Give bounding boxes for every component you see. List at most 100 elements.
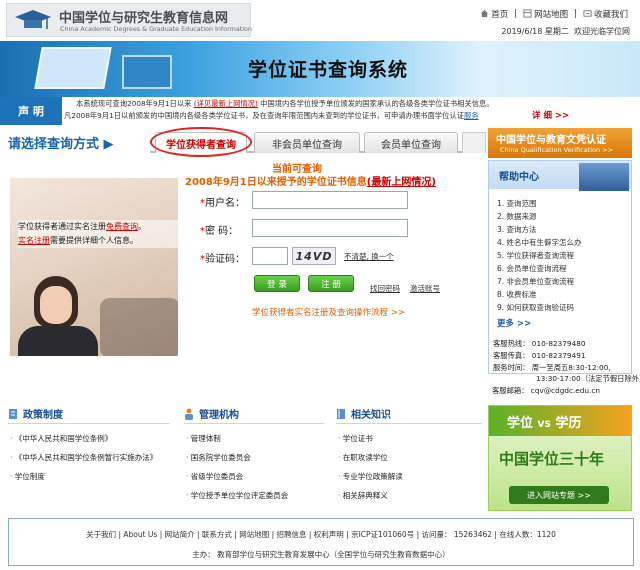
- home-icon: [481, 9, 489, 18]
- policy-item[interactable]: 《中华人民共和国学位条例》: [10, 433, 113, 444]
- sitemap-icon: [523, 9, 532, 18]
- refresh-captcha-link[interactable]: 不清楚, 换一个: [344, 251, 394, 262]
- current-date: 2019/6/18 星期二: [501, 27, 569, 36]
- screen-graphic: [122, 55, 172, 89]
- banner: 学位证书查询系统: [0, 41, 640, 97]
- registration-intro: 学位获得者通过实名注册免费查询。 实名注册需要提供详细个人信息。: [18, 220, 178, 248]
- policy-section-title: 政策制度: [8, 406, 63, 422]
- password-label: *密 码：: [200, 226, 239, 237]
- certification-service-link[interactable]: 服务: [464, 111, 479, 120]
- latest-status-link[interactable]: (详见最新上网情况): [194, 99, 258, 108]
- knowledge-item[interactable]: 相关辞典释义: [338, 490, 388, 501]
- captcha-input[interactable]: [252, 247, 288, 265]
- latest-status-link-2[interactable]: (最新上网情况): [367, 177, 436, 188]
- ad-enter-button[interactable]: 进入网站专题 >>: [509, 486, 609, 504]
- real-name-register-link[interactable]: 实名注册: [18, 236, 50, 245]
- username-input[interactable]: [252, 191, 408, 209]
- help-item[interactable]: 3. 查询方法: [497, 223, 631, 236]
- tab-member-query[interactable]: 会员单位查询: [364, 132, 458, 153]
- policy-item[interactable]: 学位制度: [10, 471, 45, 482]
- service-email: 客服邮箱： cqv@cdgdc.edu.cn: [492, 386, 601, 395]
- photo-face: [40, 286, 72, 324]
- knowledge-divider: [336, 423, 482, 424]
- photo-crowd: [100, 298, 178, 356]
- tab-spacer: [462, 132, 486, 153]
- qcv-banner[interactable]: 中国学位与教育文凭认证 China Qualification Verifica…: [488, 128, 632, 158]
- register-button[interactable]: 注 册: [308, 275, 354, 292]
- document-icon: [9, 409, 17, 419]
- person-icon: [185, 408, 193, 420]
- notice-label: 声 明: [0, 97, 62, 125]
- building-graphic: [579, 163, 629, 191]
- knowledge-item[interactable]: 在职攻读学位: [338, 452, 388, 463]
- help-item[interactable]: 5. 学位获得者查询流程: [497, 249, 631, 262]
- username-label: *用户名：: [200, 198, 245, 209]
- site-logo[interactable]: 中国学位与研究生教育信息网 China Academic Degrees & G…: [6, 3, 252, 37]
- notice-line-1: 本系统现可查询2008年9月1日以来 (详见最新上网情况) 中国境内各学位授予单…: [76, 99, 494, 108]
- help-item[interactable]: 1. 查询范围: [497, 197, 631, 210]
- knowledge-item[interactable]: 学位证书: [338, 433, 373, 444]
- detail-link[interactable]: 详 细 >>: [532, 109, 569, 121]
- registration-flow-link[interactable]: 学位获得者实名注册及查询操作流程 >>: [252, 306, 405, 318]
- captcha-label: *验证码：: [200, 254, 245, 265]
- help-item[interactable]: 6. 会员单位查询流程: [497, 262, 631, 275]
- help-item[interactable]: 2. 数据来源: [497, 210, 631, 223]
- footer-links[interactable]: 关于我们 | About Us | 网站简介 | 联系方式 | 网站地图 | 招…: [9, 529, 633, 540]
- photo-gown: [18, 326, 98, 356]
- help-center-title: 帮助中心: [499, 172, 539, 183]
- ad-main-text: 中国学位三十年: [499, 450, 605, 468]
- system-title: 学位证书查询系统: [248, 59, 409, 81]
- monitor-graphic: [34, 47, 112, 89]
- service-hotline: 客服热线： 010-82379480: [493, 339, 586, 348]
- help-center-header: 帮助中心: [489, 161, 631, 191]
- password-input[interactable]: [252, 219, 408, 237]
- help-item[interactable]: 8. 收费标准: [497, 288, 631, 301]
- logo-title-en: China Academic Degrees & Graduate Educat…: [60, 25, 252, 33]
- org-item[interactable]: 省级学位委员会: [186, 471, 244, 482]
- query-heading-2: 2008年9月1日以来授予的学位证书信息(最新上网情况): [185, 177, 436, 188]
- help-center: 帮助中心 1. 查询范围 2. 数据来源 3. 查询方法 4. 姓名中有生僻字怎…: [488, 160, 632, 374]
- free-query-link[interactable]: 免费查询: [106, 222, 138, 231]
- date-line: 2019/6/18 星期二 欢迎光临学位网: [501, 26, 630, 37]
- help-item[interactable]: 4. 姓名中有生僻字怎么办: [497, 236, 631, 249]
- knowledge-section-title: 相关知识: [336, 406, 391, 422]
- help-item[interactable]: 9. 如何获取查询验证码: [497, 301, 631, 314]
- org-item[interactable]: 管理体制: [186, 433, 221, 444]
- help-more-link[interactable]: 更多 >>: [497, 317, 531, 329]
- captcha-image[interactable]: 14VD: [292, 247, 336, 265]
- footer-sponsor: 主办： 教育部学位与研究生教育发展中心（全国学位与研究生教育数据中心）: [192, 550, 450, 559]
- forgot-password-link[interactable]: 找回密码: [370, 283, 400, 294]
- sitemap-link[interactable]: 网站地图: [523, 8, 568, 20]
- service-hours: 服务时间： 周一至周五8:30-12:00,: [493, 363, 611, 372]
- policy-item[interactable]: 《中华人民共和国学位条例暂行实施办法》: [10, 452, 158, 463]
- qcv-title: 中国学位与教育文凭认证: [496, 135, 606, 146]
- help-item[interactable]: 7. 非会员单位查询流程: [497, 275, 631, 288]
- welcome-text: 欢迎光临学位网: [574, 27, 630, 36]
- knowledge-item[interactable]: 专业学位政策解读: [338, 471, 403, 482]
- service-hours-2: 13:30-17:00（法定节假日除外）: [536, 374, 640, 383]
- logo-title-cn: 中国学位与研究生教育信息网: [59, 11, 229, 26]
- service-fax: 客服传真： 010-82379491: [493, 351, 586, 360]
- top-header: 中国学位与研究生教育信息网 China Academic Degrees & G…: [0, 0, 640, 40]
- graduate-photo: [10, 178, 178, 356]
- login-button[interactable]: 登 录: [254, 275, 300, 292]
- home-link[interactable]: 首页: [480, 8, 508, 20]
- org-divider: [184, 423, 324, 424]
- choose-query-heading: 请选择查询方式 ▶: [8, 137, 114, 152]
- org-item[interactable]: 学位授予单位学位评定委员会: [186, 490, 289, 501]
- activate-account-link[interactable]: 激活账号: [410, 283, 440, 294]
- book-icon: [337, 409, 345, 419]
- degree-30-years-ad[interactable]: 学位 VS 学历 中国学位三十年 进入网站专题 >>: [488, 405, 632, 511]
- top-links: 首页 | 网站地图 | 收藏我们: [480, 8, 628, 20]
- policy-divider: [8, 423, 170, 424]
- bookmark-icon: [583, 10, 592, 17]
- ad-top-strip: 学位 VS 学历: [489, 406, 631, 436]
- bookmark-link[interactable]: 收藏我们: [583, 8, 628, 20]
- ad-vs-text: 学位 VS 学历: [507, 416, 582, 431]
- graduation-cap-icon: [15, 10, 51, 29]
- tab-nonmember-query[interactable]: 非会员单位查询: [254, 132, 360, 153]
- tab-highlight-circle: [150, 127, 252, 157]
- org-item[interactable]: 国务院学位委员会: [186, 452, 251, 463]
- org-section-title: 管理机构: [184, 406, 239, 422]
- arrow-right-icon: ▶: [103, 137, 114, 152]
